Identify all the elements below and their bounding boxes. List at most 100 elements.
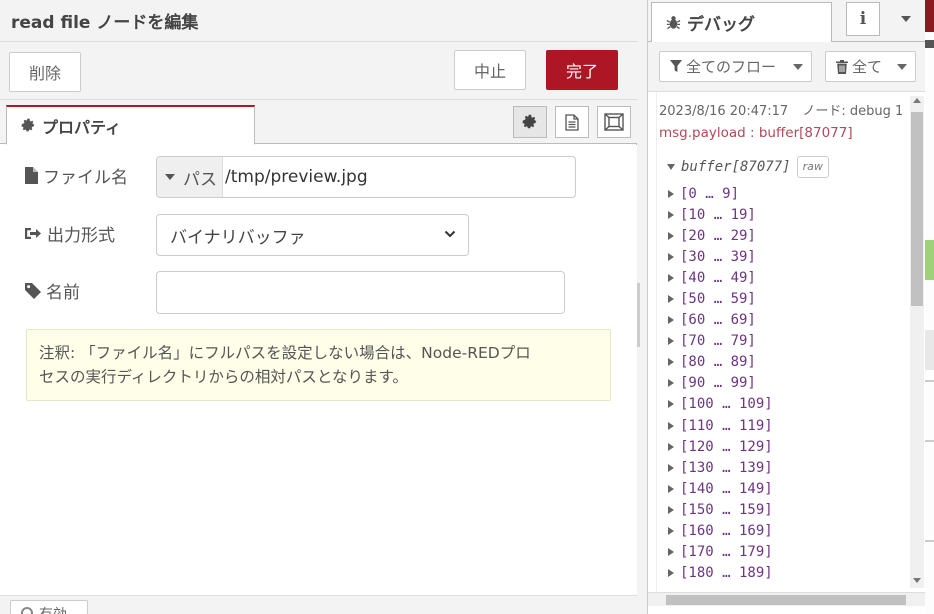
scrollbar-thumb[interactable] — [666, 595, 906, 605]
triangle-right-icon — [668, 273, 674, 282]
tab-properties-label: プロパティ — [42, 117, 122, 137]
trash-icon — [836, 59, 848, 74]
buffer-range-item[interactable]: [60 … 69] — [668, 310, 773, 331]
sidebar-tab-menu-button[interactable] — [891, 2, 921, 36]
gear-icon — [522, 114, 537, 129]
debug-message-list: 2023/8/16 20:47:17 ノード: debug 1 msg.payl… — [656, 92, 910, 592]
scrollbar-thumb[interactable] — [911, 112, 923, 306]
buffer-range-item[interactable]: [80 … 89] — [668, 352, 773, 373]
buffer-range-label: [50 … 59] — [680, 291, 756, 308]
filter-flows-dropdown[interactable]: 全てのフロー — [659, 51, 812, 82]
buffer-range-item[interactable]: [100 … 109] — [668, 394, 773, 415]
scroll-down-icon[interactable] — [913, 578, 921, 583]
buffer-range-item[interactable]: [110 … 119] — [668, 415, 773, 436]
info-tab-button[interactable]: i — [846, 2, 880, 36]
triangle-right-icon — [668, 527, 674, 536]
description-tab-button[interactable] — [555, 106, 589, 138]
triangle-right-icon — [668, 442, 674, 451]
buffer-range-label: [120 … 129] — [680, 438, 773, 455]
splitter-handle[interactable] — [637, 283, 640, 347]
filename-value[interactable]: /tmp/preview.jpg — [225, 167, 368, 187]
buffer-range-label: [40 … 49] — [680, 269, 756, 286]
tag-icon — [25, 282, 41, 299]
buffer-range-label: [180 … 189] — [680, 565, 773, 582]
filename-type-selector[interactable]: パス — [157, 157, 223, 197]
triangle-right-icon — [668, 400, 674, 409]
caret-down-icon — [793, 64, 803, 70]
output-format-label: 出力形式 — [25, 221, 115, 246]
enabled-toggle-button[interactable]: 有効 — [10, 600, 88, 614]
triangle-right-icon — [668, 189, 674, 198]
buffer-range-label: [10 … 19] — [680, 206, 756, 223]
buffer-range-label: [0 … 9] — [680, 185, 740, 202]
filter-icon — [670, 60, 682, 72]
triangle-right-icon — [668, 505, 674, 514]
buffer-range-item[interactable]: [160 … 169] — [668, 521, 773, 542]
buffer-range-label: [130 … 139] — [680, 459, 773, 476]
tray-toolbar: 削除 中止 完了 — [0, 42, 637, 100]
workspace-edge — [925, 0, 934, 614]
buffer-range-label: [100 … 109] — [680, 396, 773, 413]
tab-properties[interactable]: プロパティ — [6, 105, 255, 145]
tip-line: 注釈: 「ファイル名」にフルパスを設定しない場合は、Node-REDプロ — [39, 344, 531, 362]
settings-tab-button[interactable] — [513, 106, 547, 138]
raw-toggle-button[interactable]: raw — [796, 156, 829, 178]
buffer-range-label: [140 … 149] — [680, 480, 773, 497]
output-format-select[interactable]: バイナリバッファ — [156, 214, 469, 256]
appearance-tab-button[interactable] — [597, 106, 631, 138]
sign-out-icon — [25, 228, 41, 239]
message-topic: msg.payload : buffer[87077] — [659, 125, 853, 141]
buffer-range-item[interactable]: [30 … 39] — [668, 246, 773, 267]
delete-button[interactable]: 削除 — [9, 52, 81, 92]
buffer-range-item[interactable]: [180 … 189] — [668, 563, 773, 584]
tray-title: read file ノードを編集 — [11, 13, 199, 33]
file-icon — [25, 167, 38, 184]
triangle-right-icon — [668, 548, 674, 557]
buffer-range-item[interactable]: [40 … 49] — [668, 267, 773, 288]
buffer-range-item[interactable]: [120 … 129] — [668, 436, 773, 457]
buffer-range-item[interactable]: [170 … 179] — [668, 542, 773, 563]
buffer-range-item[interactable]: [0 … 9] — [668, 183, 773, 204]
horizontal-scrollbar[interactable] — [648, 592, 926, 606]
buffer-tree-root[interactable]: buffer[87077] raw — [667, 156, 829, 178]
bug-icon — [666, 16, 681, 30]
buffer-range-label: [90 … 99] — [680, 375, 756, 392]
tab-debug[interactable]: デバッグ — [651, 2, 832, 43]
buffer-range-item[interactable]: [140 … 149] — [668, 478, 773, 499]
workspace-fragment — [925, 330, 934, 370]
triangle-right-icon — [668, 210, 674, 219]
triangle-right-icon — [668, 295, 674, 304]
cancel-button[interactable]: 中止 — [454, 50, 526, 90]
buffer-range-item[interactable]: [10 … 19] — [668, 204, 773, 225]
buffer-range-item[interactable]: [50 … 59] — [668, 288, 773, 309]
tray-header: read file ノードを編集 — [0, 0, 637, 42]
vertical-scrollbar[interactable] — [910, 96, 924, 588]
caret-down-icon — [165, 174, 175, 180]
buffer-range-item[interactable]: [150 … 159] — [668, 499, 773, 520]
expand-icon — [604, 113, 624, 131]
name-input[interactable] — [156, 271, 565, 314]
triangle-right-icon — [668, 231, 674, 240]
triangle-right-icon — [668, 337, 674, 346]
workspace-fragment — [925, 0, 934, 32]
done-button[interactable]: 完了 — [546, 50, 618, 90]
debug-message-meta: 2023/8/16 20:47:17 ノード: debug 1 — [659, 100, 903, 119]
workspace-fragment — [925, 540, 934, 542]
name-label: 名前 — [25, 278, 80, 303]
clear-messages-button[interactable]: 全て — [825, 51, 916, 82]
scroll-up-icon[interactable] — [913, 98, 921, 103]
filename-input[interactable]: パス /tmp/preview.jpg — [156, 156, 576, 198]
triangle-right-icon — [668, 421, 674, 430]
triangle-right-icon — [668, 379, 674, 388]
buffer-range-label: [170 … 179] — [680, 544, 773, 561]
buffer-range-item[interactable]: [130 … 139] — [668, 457, 773, 478]
message-node[interactable]: ノード: debug 1 — [802, 104, 903, 119]
buffer-range-item[interactable]: [20 … 29] — [668, 225, 773, 246]
tray-footer: 有効 — [0, 595, 637, 614]
filename-label: ファイル名 — [25, 163, 128, 188]
triangle-right-icon — [668, 316, 674, 325]
circle-icon — [21, 607, 33, 614]
buffer-range-item[interactable]: [90 … 99] — [668, 373, 773, 394]
buffer-range-label: [20 … 29] — [680, 227, 756, 244]
buffer-range-item[interactable]: [70 … 79] — [668, 331, 773, 352]
